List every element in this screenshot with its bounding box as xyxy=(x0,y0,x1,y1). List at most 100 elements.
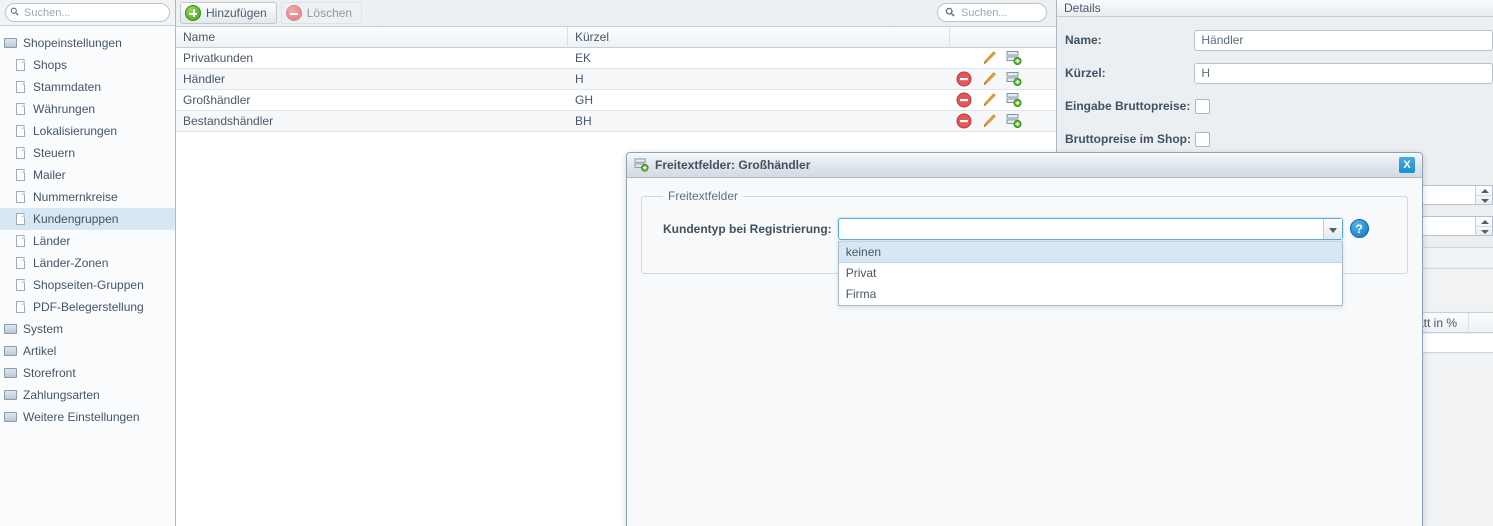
sidebar-item-label: Artikel xyxy=(23,344,57,358)
edit-icon[interactable] xyxy=(981,113,997,129)
folder-icon xyxy=(4,323,18,335)
spinner-down-icon[interactable] xyxy=(1476,227,1492,236)
table-row[interactable]: Großhändler GH xyxy=(176,90,1056,111)
freetext-field-add-icon[interactable] xyxy=(1006,71,1022,87)
delete-icon[interactable] xyxy=(956,71,972,87)
cell-actions xyxy=(950,111,1055,132)
customer-type-label: Kundentyp bei Registrierung: xyxy=(663,222,832,237)
name-field[interactable] xyxy=(1194,29,1493,51)
field-row-bruttopreise-im-shop: Bruttopreise im Shop: xyxy=(1065,128,1493,150)
background-spinner-field-2[interactable] xyxy=(1415,216,1493,236)
freetext-field-add-icon[interactable] xyxy=(1006,92,1022,108)
chevron-down-icon[interactable] xyxy=(1322,219,1342,240)
customer-type-dropdown-list: keinen Privat Firma xyxy=(837,241,1343,307)
sidebar-item-artikel[interactable]: Artikel xyxy=(0,340,175,362)
customer-type-combo[interactable] xyxy=(837,218,1343,241)
grid-search-box[interactable] xyxy=(937,3,1047,22)
cell-kuerzel: EK xyxy=(575,50,592,65)
column-header-name[interactable]: Name xyxy=(176,26,568,48)
grid-header-row: Name Kürzel xyxy=(176,26,1056,48)
edit-icon[interactable] xyxy=(981,50,997,66)
background-block-2 xyxy=(1415,268,1493,311)
file-icon xyxy=(14,80,28,94)
table-row[interactable]: Händler H xyxy=(176,69,1056,90)
background-block-1 xyxy=(1415,247,1493,267)
search-icon xyxy=(10,7,19,16)
add-button[interactable]: Hinzufügen xyxy=(180,2,277,24)
sidebar-item-label: Zahlungsarten xyxy=(23,388,100,402)
help-icon[interactable]: ? xyxy=(1349,219,1369,239)
sidebar-item-label: Kundengruppen xyxy=(33,212,119,226)
cell-actions xyxy=(950,48,1055,69)
delete-button[interactable]: Löschen xyxy=(280,2,363,24)
freetext-field-add-icon[interactable] xyxy=(1006,50,1022,66)
sidebar-item-label: Weitere Einstellungen xyxy=(23,410,140,424)
sidebar-item-system[interactable]: System xyxy=(0,318,175,340)
sidebar-item-lokalisierungen[interactable]: Lokalisierungen xyxy=(0,120,175,142)
edit-icon[interactable] xyxy=(981,71,997,87)
sidebar-item-l-nder-zonen[interactable]: Länder-Zonen xyxy=(0,252,175,274)
cell-name: Großhändler xyxy=(183,92,251,107)
cell-actions xyxy=(950,69,1055,90)
customer-type-input[interactable] xyxy=(838,219,1323,240)
sidebar-search-box[interactable] xyxy=(5,3,170,22)
grid-search-input[interactable] xyxy=(959,4,1041,21)
close-icon[interactable]: X xyxy=(1399,157,1415,173)
sidebar-item-label: Stammdaten xyxy=(33,80,102,94)
sidebar-item-label: PDF-Belegerstellung xyxy=(33,300,144,314)
sidebar-item-label: Steuern xyxy=(33,146,76,160)
delete-icon[interactable] xyxy=(956,113,972,129)
eingabe-bruttopreise-checkbox[interactable] xyxy=(1195,98,1210,114)
table-row[interactable]: Privatkunden EK xyxy=(176,48,1056,69)
sidebar-item-zahlungsarten[interactable]: Zahlungsarten xyxy=(0,384,175,406)
sidebar-item-steuern[interactable]: Steuern xyxy=(0,142,175,164)
sidebar-item-weitere-einstellungen[interactable]: Weitere Einstellungen xyxy=(0,406,175,428)
sidebar-item-w-hrungen[interactable]: Währungen xyxy=(0,98,175,120)
spinner-down-icon[interactable] xyxy=(1476,196,1492,205)
bruttopreise-im-shop-checkbox[interactable] xyxy=(1195,131,1210,147)
spinner-up-icon[interactable] xyxy=(1476,186,1492,196)
delete-button-label: Löschen xyxy=(306,6,353,20)
dropdown-option[interactable]: keinen xyxy=(838,241,1342,264)
kuerzel-label: Kürzel: xyxy=(1065,66,1106,80)
cell-actions xyxy=(950,90,1055,111)
sidebar-item-shops[interactable]: Shops xyxy=(0,54,175,76)
spinner-up-icon[interactable] xyxy=(1476,217,1492,227)
sidebar-search-input[interactable] xyxy=(22,4,165,21)
table-row[interactable]: Bestandshändler BH xyxy=(176,111,1056,132)
sidebar-item-label: Länder-Zonen xyxy=(33,256,109,270)
dialog-title-bar[interactable]: Freitextfelder: Großhändler X xyxy=(627,153,1422,178)
sidebar-item-kundengruppen[interactable]: Kundengruppen xyxy=(0,208,175,230)
sidebar-item-shopseiten-gruppen[interactable]: Shopseiten-Gruppen xyxy=(0,274,175,296)
grid-toolbar: Hinzufügen Löschen xyxy=(176,0,1056,27)
sidebar-item-shopeinstellungen[interactable]: Shopeinstellungen xyxy=(0,32,175,54)
background-column-header[interactable]: att in % xyxy=(1415,312,1493,333)
edit-icon[interactable] xyxy=(981,92,997,108)
dropdown-option[interactable]: Firma xyxy=(839,284,1342,305)
plus-icon xyxy=(185,5,201,21)
folder-icon xyxy=(4,411,18,423)
sidebar-item-label: System xyxy=(23,322,64,336)
field-row-name: Name: xyxy=(1065,29,1493,51)
file-icon xyxy=(14,102,28,116)
sidebar-item-stammdaten[interactable]: Stammdaten xyxy=(0,76,175,98)
spinner-buttons[interactable] xyxy=(1475,186,1492,204)
file-icon xyxy=(14,256,28,270)
dropdown-option[interactable]: Privat xyxy=(839,263,1342,284)
dialog-title: Freitextfelder: Großhändler xyxy=(655,158,811,172)
fieldset-legend: Freitextfelder xyxy=(668,189,739,203)
sidebar-item-storefront[interactable]: Storefront xyxy=(0,362,175,384)
delete-icon[interactable] xyxy=(956,92,972,108)
sidebar-item-nummernkreise[interactable]: Nummernkreise xyxy=(0,186,175,208)
sidebar-item-mailer[interactable]: Mailer xyxy=(0,164,175,186)
sidebar-item-pdf-belegerstellung[interactable]: PDF-Belegerstellung xyxy=(0,296,175,318)
spinner-buttons[interactable] xyxy=(1475,217,1492,235)
freetext-field-add-icon[interactable] xyxy=(1006,113,1022,129)
background-spinner-field-1[interactable] xyxy=(1415,185,1493,205)
sidebar-item-label: Shopeinstellungen xyxy=(23,36,122,50)
column-header-kuerzel[interactable]: Kürzel xyxy=(568,26,950,48)
sidebar-item-l-nder[interactable]: Länder xyxy=(0,230,175,252)
minus-icon xyxy=(285,5,302,21)
file-icon xyxy=(14,146,28,160)
kuerzel-field[interactable] xyxy=(1194,62,1493,84)
